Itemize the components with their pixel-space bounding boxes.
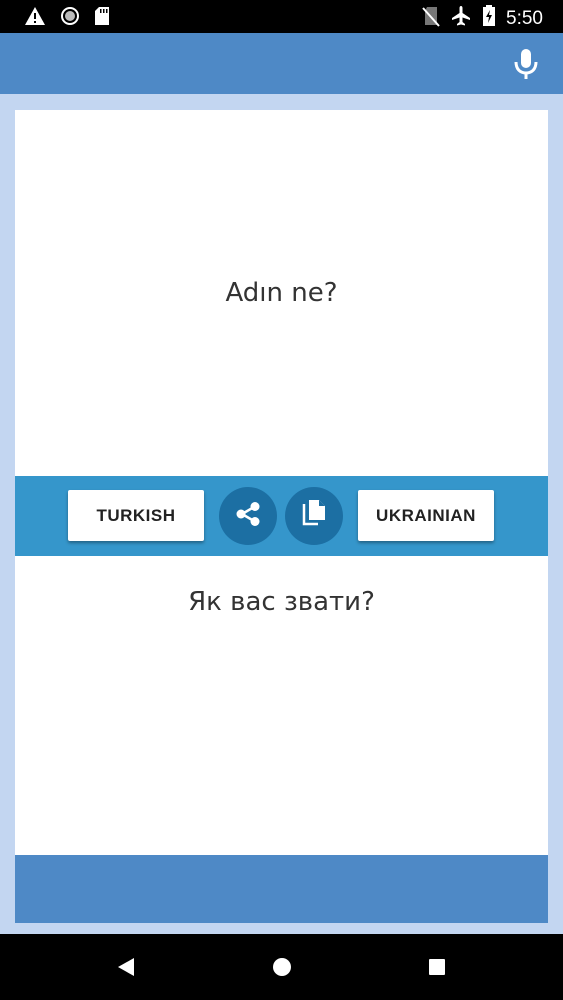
copy-icon [300, 499, 328, 534]
status-bar: 5:50 [0, 0, 563, 33]
bottom-banner [15, 855, 548, 923]
source-language-button[interactable]: TURKISH [68, 490, 204, 541]
source-text[interactable]: Adın ne? [15, 278, 548, 308]
status-time: 5:50 [506, 7, 543, 29]
sd-card-icon [94, 6, 110, 31]
warning-icon [24, 6, 46, 31]
recents-icon[interactable] [428, 956, 446, 983]
microphone-icon[interactable] [511, 47, 541, 81]
copy-button[interactable] [285, 487, 343, 545]
language-toolbar: TURKISH UKRAINIAN [15, 476, 548, 556]
home-icon[interactable] [271, 956, 293, 983]
app-bar [0, 33, 563, 94]
target-language-button[interactable]: UKRAINIAN [358, 490, 494, 541]
share-icon [233, 499, 263, 534]
airplane-icon [450, 5, 472, 32]
target-text[interactable]: Як вас звати? [15, 587, 548, 617]
share-button[interactable] [219, 487, 277, 545]
back-icon[interactable] [116, 956, 136, 983]
battery-charging-icon [482, 5, 496, 32]
no-sim-icon [422, 5, 440, 32]
navigation-bar [0, 934, 563, 1000]
sync-circle-icon [60, 6, 80, 31]
